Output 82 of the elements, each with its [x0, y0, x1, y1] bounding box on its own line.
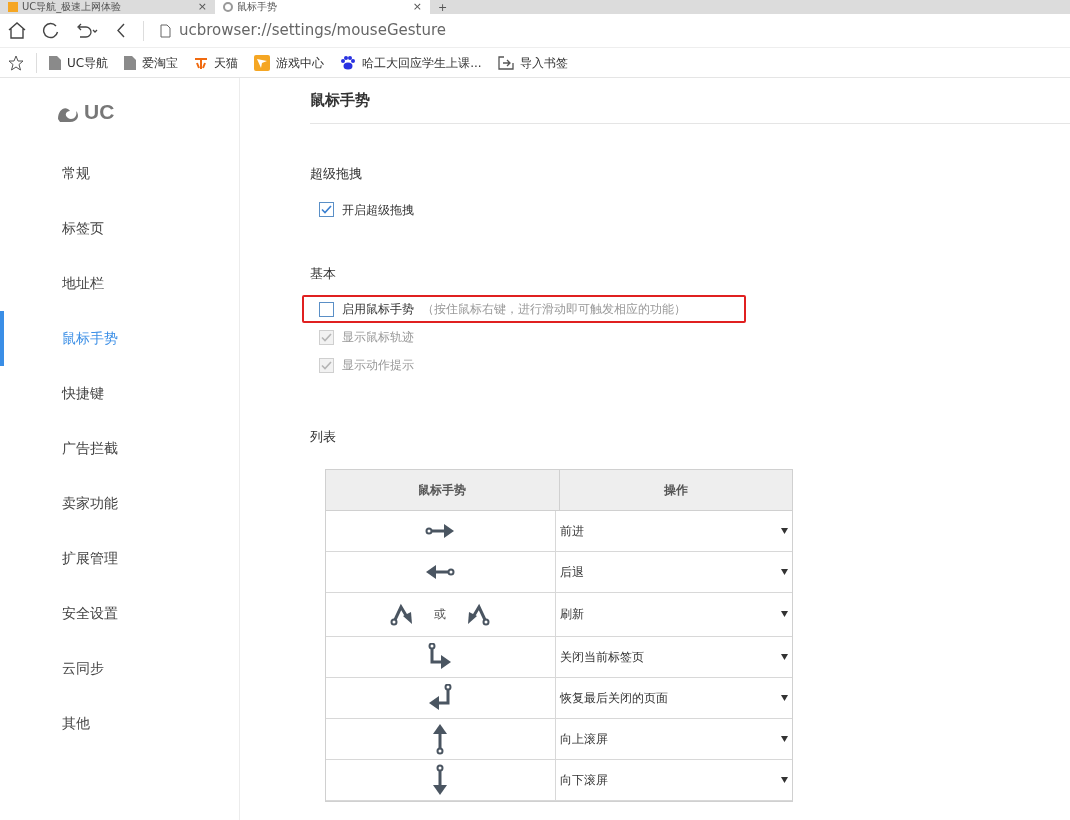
bookmark-item[interactable]: 哈工大回应学生上课... [340, 53, 482, 72]
sidebar-item[interactable]: 广告拦截 [0, 421, 239, 476]
action-label: 刷新 [559, 606, 584, 623]
right-arrow-icon [425, 522, 456, 539]
tab-title: 鼠标手势 [237, 1, 278, 13]
sidebar-item[interactable]: 云同步 [0, 641, 239, 696]
sidebar-item[interactable]: 快捷键 [0, 366, 239, 421]
action-label: 向下滚屏 [559, 771, 608, 789]
section-title: 列表 [310, 428, 337, 446]
paw-icon [340, 54, 357, 71]
page-icon [124, 55, 137, 70]
section-title: 基本 [310, 264, 337, 283]
option-label: 显示鼠标轨迹 [342, 329, 414, 346]
up-arrow-icon [432, 722, 449, 755]
bookmark-item[interactable]: 爱淘宝 [124, 53, 179, 72]
dropdown-caret-icon [781, 694, 788, 701]
option-label: 开启超级拖拽 [342, 201, 414, 219]
sidebar-item[interactable]: 其他 [0, 696, 239, 751]
tab-favicon-icon [8, 2, 18, 12]
home-icon[interactable] [8, 22, 26, 39]
check-icon [321, 205, 332, 214]
check-icon [321, 360, 332, 370]
sidebar-item[interactable]: 卖家功能 [0, 476, 239, 531]
column-header: 操作 [662, 481, 689, 499]
bookmark-item[interactable]: UC导航 [49, 53, 109, 72]
check-icon [321, 332, 332, 342]
down-right-arrow-icon [428, 642, 453, 671]
dropdown-caret-icon [781, 568, 788, 575]
tmall-icon [194, 55, 209, 70]
checkbox[interactable] [319, 202, 334, 217]
dropdown-caret-icon [781, 527, 788, 534]
logo-text: UC [84, 99, 115, 126]
or-label: 或 [434, 606, 447, 623]
dropdown-caret-icon [781, 653, 788, 660]
page-icon [160, 23, 171, 38]
action-label: 关闭当前标签页 [559, 648, 644, 666]
action-label: 恢复最后关闭的页面 [559, 689, 668, 707]
address-field[interactable]: ucbrowser://settings/mouseGesture [179, 19, 446, 42]
bookmark-item[interactable]: 游戏中心 [254, 53, 325, 72]
dropdown-caret-icon [781, 611, 788, 617]
import-icon [497, 55, 514, 70]
sidebar-item[interactable]: 标签页 [0, 201, 239, 256]
star-icon[interactable] [8, 54, 24, 71]
dropdown-caret-icon [781, 776, 788, 783]
sidebar-item[interactable]: 常规 [0, 146, 239, 201]
action-select[interactable]: 刷新 [555, 592, 792, 636]
close-button[interactable]: × [412, 1, 422, 13]
left-arrow-icon [425, 563, 456, 580]
new-tab-button[interactable]: + [438, 2, 448, 14]
action-select[interactable]: 关闭当前标签页 [555, 636, 792, 677]
down-arrow-icon [432, 763, 449, 796]
tab-title: UC导航_极速上网体验 [22, 1, 123, 13]
option-label: 启用鼠标手势 [342, 301, 414, 318]
page-title: 鼠标手势 [310, 90, 370, 112]
action-select[interactable]: 后退 [555, 551, 792, 592]
bookmark-item[interactable]: 天猫 [194, 53, 239, 72]
reload-icon[interactable] [42, 22, 59, 39]
sidebar-item[interactable]: 鼠标手势 [0, 311, 239, 366]
action-label: 后退 [559, 563, 584, 581]
back-icon[interactable] [115, 22, 127, 39]
page-icon [49, 55, 61, 70]
option-hint: （按住鼠标右键，进行滑动即可触发相应的功能） [422, 301, 686, 318]
option-label: 显示动作提示 [342, 357, 414, 374]
action-label: 向上滚屏 [559, 730, 608, 748]
game-icon [254, 54, 271, 71]
checkbox[interactable] [319, 301, 334, 317]
action-select[interactable]: 恢复最后关闭的页面 [555, 677, 792, 718]
action-select[interactable]: 向上滚屏 [555, 718, 792, 759]
sidebar-item[interactable]: 扩展管理 [0, 531, 239, 586]
sidebar-item[interactable]: 安全设置 [0, 586, 239, 641]
action-select[interactable]: 前进 [555, 510, 792, 551]
action-label: 前进 [559, 522, 584, 540]
action-select[interactable]: 向下滚屏 [555, 759, 792, 800]
undo-icon[interactable] [75, 22, 99, 39]
close-button[interactable]: × [197, 1, 207, 13]
section-title: 超级拖拽 [310, 165, 363, 183]
bookmark-item[interactable]: 导入书签 [497, 53, 568, 72]
column-header: 鼠标手势 [326, 469, 560, 510]
down-left-arrow-icon [428, 683, 453, 712]
sidebar-item[interactable]: 地址栏 [0, 256, 239, 311]
dropdown-caret-icon [781, 735, 788, 742]
browser-tab[interactable]: 鼠标手势 × [215, 0, 430, 14]
